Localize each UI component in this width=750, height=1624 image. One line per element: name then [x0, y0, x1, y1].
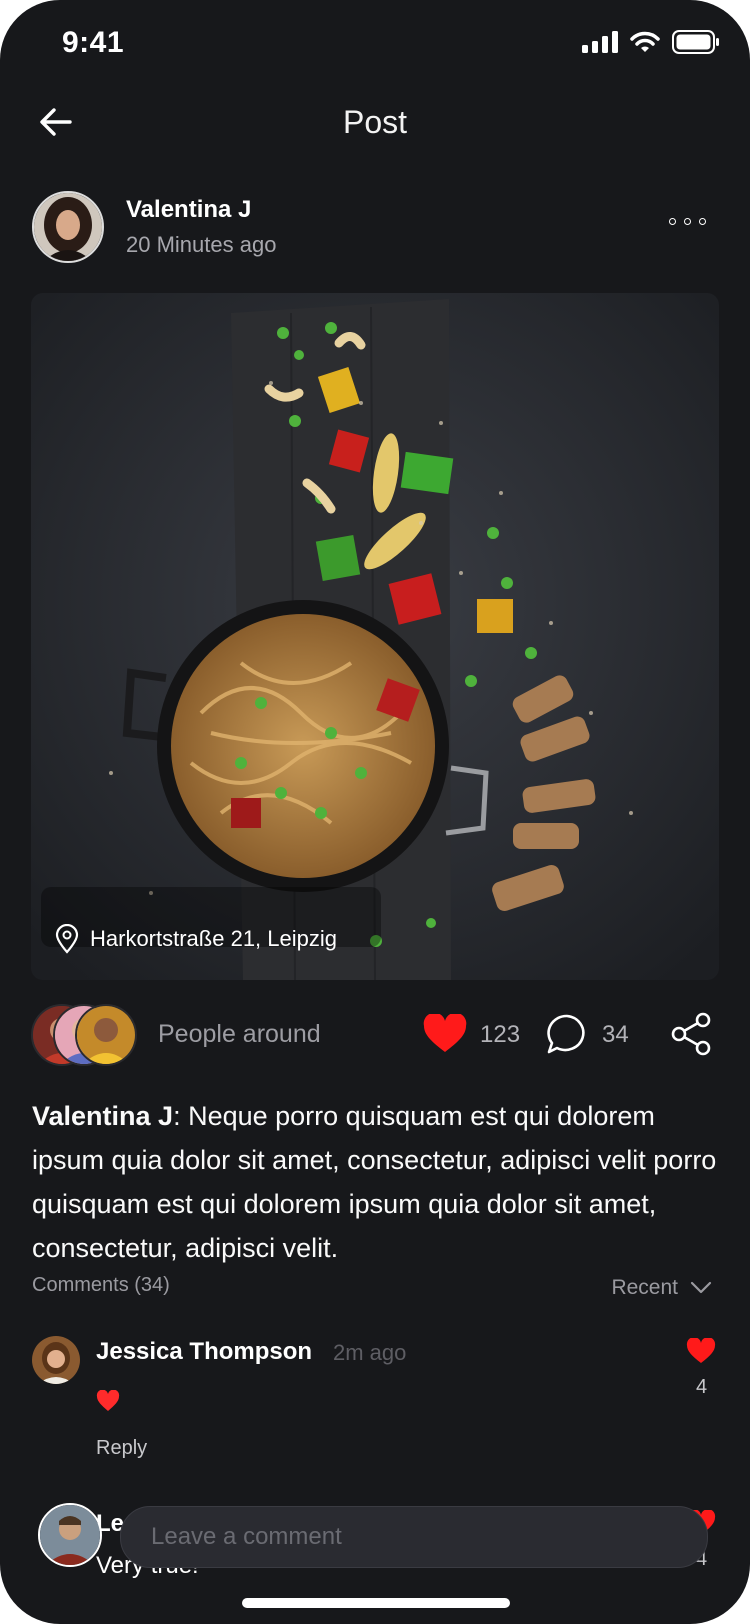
comment-time: 2m ago [333, 1340, 407, 1365]
more-horizontal-icon[interactable] [669, 218, 706, 225]
comment-like-count: 4 [696, 1376, 708, 1398]
comment-count: 34 [602, 1021, 629, 1048]
author-name[interactable]: Valentina J [126, 196, 251, 224]
author-avatar[interactable] [32, 191, 104, 263]
status-icons [582, 30, 720, 54]
sort-label: Recent [611, 1276, 678, 1299]
home-indicator[interactable] [242, 1598, 510, 1608]
comment-input[interactable] [121, 1507, 707, 1567]
battery-icon [672, 30, 719, 54]
caption-author[interactable]: Valentina J [32, 1101, 173, 1131]
status-time: 9:41 [62, 26, 125, 59]
post-image[interactable] [31, 293, 719, 980]
location-tag[interactable]: Harkortstraße 21, Leipzig [54, 924, 337, 954]
page-title: Post [342, 104, 408, 140]
post-timestamp: 20 Minutes ago [126, 232, 277, 257]
reply-button[interactable]: Reply [96, 1437, 147, 1460]
heart-icon[interactable] [686, 1338, 716, 1364]
commenter-avatar[interactable] [32, 1336, 80, 1384]
map-pin-icon [55, 924, 79, 954]
commenter-name[interactable]: Jessica Thompson [96, 1338, 312, 1366]
signal-icon [582, 31, 618, 53]
comment-icon[interactable] [546, 1013, 588, 1055]
like-count: 123 [480, 1021, 521, 1048]
sort-dropdown[interactable]: Recent [611, 1276, 712, 1300]
location-text: Harkortstraße 21, Leipzig [90, 926, 337, 951]
wifi-icon [630, 31, 660, 52]
comment-input-field[interactable] [120, 1506, 708, 1568]
heart-emoji-icon [96, 1389, 120, 1411]
post-screen: 9:41 Post Valentina J 20 Minutes ago Har… [0, 0, 750, 1624]
people-around-avatars[interactable] [31, 1004, 141, 1066]
chevron-down-icon [690, 1281, 712, 1294]
share-icon[interactable] [670, 1012, 712, 1056]
heart-icon[interactable] [422, 1014, 468, 1054]
comments-title: Comments (34) [32, 1274, 170, 1296]
post-caption: Valentina J: Neque porro quisquam est qu… [32, 1094, 726, 1270]
current-user-avatar[interactable] [38, 1503, 102, 1567]
comment-text [96, 1389, 120, 1417]
people-around-label[interactable]: People around [158, 1020, 321, 1049]
avatar [75, 1004, 137, 1066]
